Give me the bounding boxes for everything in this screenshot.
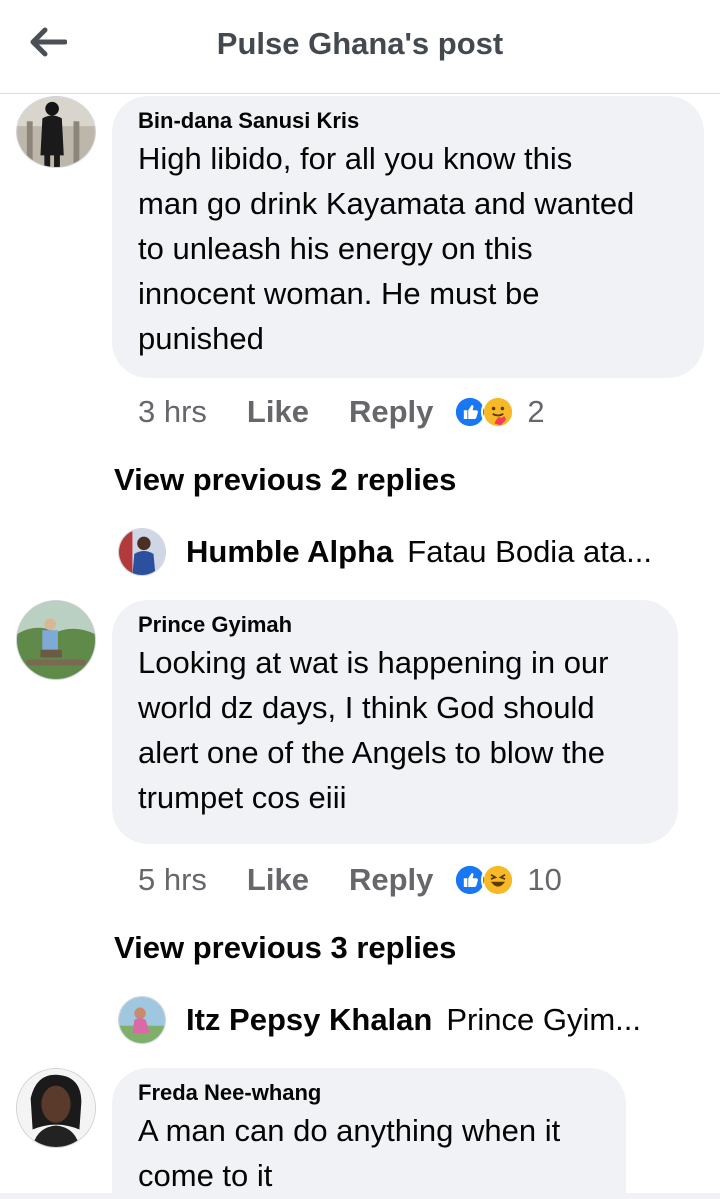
comment-text-line: punished (138, 321, 264, 356)
care-reaction-icon (481, 395, 516, 429)
avatar-photo-icon (17, 97, 95, 167)
avatar[interactable] (118, 528, 166, 576)
comment-bubble[interactable]: Bin-dana Sanusi Kris High libido, for al… (112, 96, 704, 378)
reply-preview: Fatau Bodia ata... (407, 534, 652, 569)
latest-reply[interactable]: Humble Alpha Fatau Bodia ata... (118, 528, 652, 576)
haha-reaction-icon (481, 863, 516, 897)
comment-text-line: man go drink Kayamata and wanted (138, 186, 635, 221)
reply-button[interactable]: Reply (349, 394, 433, 430)
comment-author[interactable]: Bin-dana Sanusi Kris (138, 106, 678, 136)
latest-reply[interactable]: Itz Pepsy Khalan Prince Gyim... (118, 996, 641, 1044)
comment-time[interactable]: 3 hrs (138, 394, 207, 430)
comment-bubble[interactable]: Freda Nee-whang A man can do anything wh… (112, 1068, 626, 1199)
reply-button[interactable]: Reply (349, 862, 433, 898)
bottom-divider (0, 1193, 720, 1199)
reaction-count: 2 (527, 394, 545, 429)
comment-text-line: world dz days, I think God should (138, 690, 595, 725)
comment-time[interactable]: 5 hrs (138, 862, 207, 898)
avatar[interactable] (16, 600, 96, 680)
comment-text-line: innocent woman. He must be (138, 276, 540, 311)
reply-author[interactable]: Humble Alpha (186, 534, 393, 570)
reactions-summary[interactable]: 10 (453, 862, 562, 898)
comment-bubble[interactable]: Prince Gyimah Looking at wat is happenin… (112, 600, 678, 844)
comment-text-line: to unleash his energy on this (138, 231, 533, 266)
avatar[interactable] (118, 996, 166, 1044)
reply-preview: Prince Gyim... (446, 1002, 642, 1037)
comment-meta: 5 hrs Like Reply 10 (138, 860, 562, 900)
view-previous-replies-link[interactable]: View previous 2 replies (114, 462, 456, 498)
view-previous-replies-link[interactable]: View previous 3 replies (114, 930, 456, 966)
comment-text-line: come to it (138, 1158, 273, 1193)
page-title: Pulse Ghana's post (216, 26, 504, 61)
reactions-summary[interactable]: 2 (453, 394, 545, 430)
comment-text-line: A man can do anything when it (138, 1113, 561, 1148)
avatar-photo-icon (119, 529, 165, 575)
comment-meta: 3 hrs Like Reply 2 (138, 392, 545, 432)
like-button[interactable]: Like (247, 862, 309, 898)
top-bar: Pulse Ghana's post (0, 0, 720, 94)
comment-text-line: Looking at wat is happening in our (138, 645, 609, 680)
comments-list[interactable]: Bin-dana Sanusi Kris High libido, for al… (0, 94, 720, 1199)
comment-text-line: High libido, for all you know this (138, 141, 573, 176)
avatar[interactable] (16, 1068, 96, 1148)
like-button[interactable]: Like (247, 394, 309, 430)
comment-author[interactable]: Prince Gyimah (138, 610, 652, 640)
comment-text-line: alert one of the Angels to blow the (138, 735, 606, 770)
reaction-count: 10 (527, 862, 562, 897)
comment-author[interactable]: Freda Nee-whang (138, 1078, 600, 1108)
avatar[interactable] (16, 96, 96, 168)
reply-author[interactable]: Itz Pepsy Khalan (186, 1002, 432, 1038)
avatar-photo-icon (119, 997, 165, 1043)
comment-text-line: trumpet cos eiii (138, 780, 347, 815)
avatar-photo-icon (17, 601, 95, 679)
avatar-photo-icon (17, 1069, 95, 1147)
